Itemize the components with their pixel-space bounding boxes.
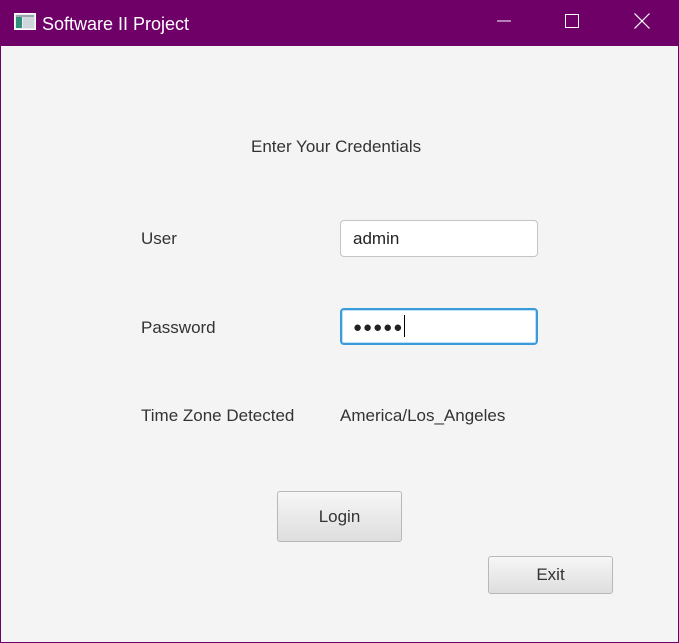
timezone-value: America/Los_Angeles	[340, 406, 506, 425]
minimize-icon	[497, 14, 511, 33]
user-label: User	[141, 229, 177, 248]
login-button[interactable]: Login	[277, 491, 402, 542]
minimize-button[interactable]	[470, 1, 538, 46]
window-title: Software II Project	[42, 14, 190, 34]
close-button[interactable]	[608, 1, 676, 46]
password-label: Password	[141, 318, 216, 337]
login-button-label: Login	[318, 506, 361, 526]
maximize-button[interactable]	[538, 1, 606, 46]
close-icon	[634, 13, 650, 34]
maximize-icon	[565, 14, 579, 33]
app-window: Software II Project Enter Your Credentia…	[0, 0, 679, 643]
title-bar[interactable]: Software II Project	[1, 1, 678, 46]
exit-button[interactable]: Exit	[488, 556, 613, 594]
user-input[interactable]: admin	[340, 220, 538, 257]
timezone-label: Time Zone Detected	[141, 406, 295, 425]
exit-button-label: Exit	[536, 565, 565, 584]
app-window-icon	[14, 13, 36, 30]
credentials-heading: Enter Your Credentials	[251, 137, 422, 156]
text-caret	[404, 314, 406, 337]
password-masked-value: ●●●●●	[353, 319, 404, 336]
password-input[interactable]: ●●●●●	[340, 308, 538, 345]
user-input-value: admin	[353, 229, 400, 248]
